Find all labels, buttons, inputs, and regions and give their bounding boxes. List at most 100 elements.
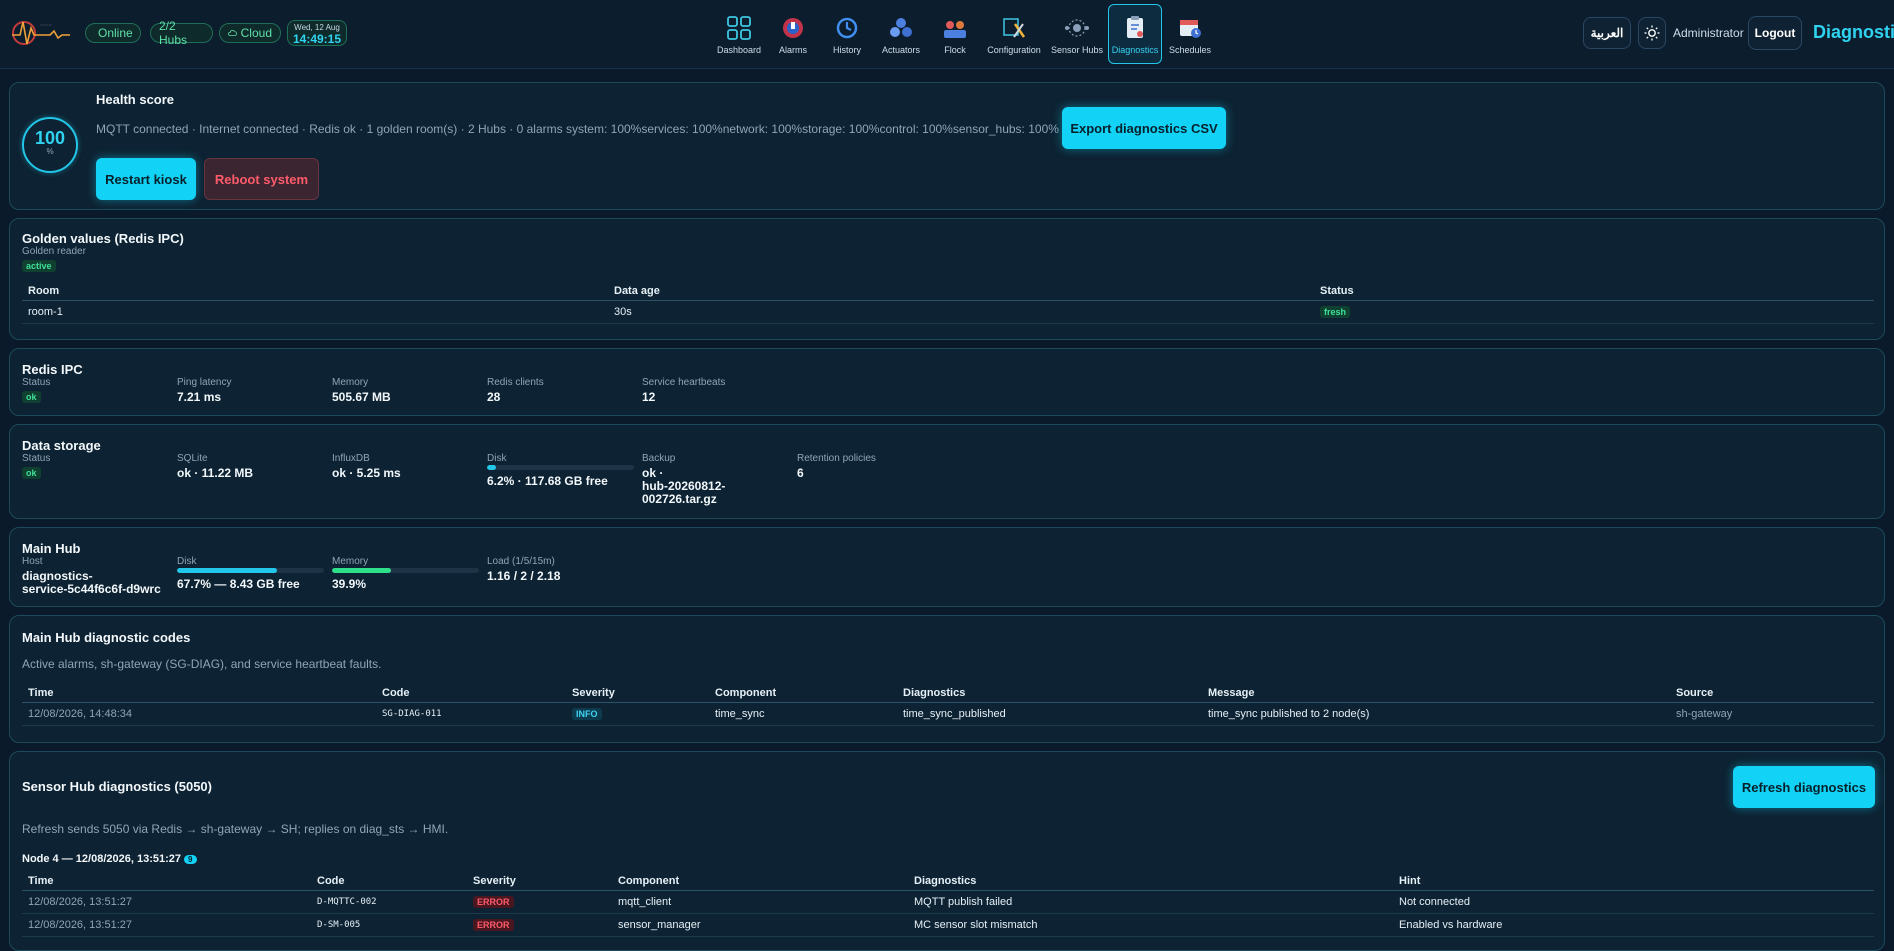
storage-disk-bar [487,465,634,470]
redis-clients-label: Redis clients [487,377,544,388]
golden-values-title: Golden values (Redis IPC) [22,231,184,246]
load-value: 1.16 / 2 / 2.18 [487,569,561,583]
column-code: Code [376,684,566,703]
dashboard-icon [725,15,753,41]
logout-button[interactable]: Logout [1748,16,1802,50]
golden-reader-status-badge: active [22,260,56,272]
cloud-icon [228,30,237,36]
language-button[interactable]: العربية [1583,17,1631,49]
alarm-icon [779,15,807,41]
code-cell: D-MQTTC-002 [311,890,467,914]
redis-ipc-title: Redis IPC [22,362,83,377]
memory-label: Memory [332,377,369,388]
diagnostics-cell: MQTT publish failed [908,890,1393,914]
severity-badge: ERROR [473,896,514,908]
restart-kiosk-button[interactable]: Restart kiosk [96,158,196,200]
nav-history[interactable]: History [820,4,874,64]
diagnostic-codes-table: Time Code Severity Component Diagnostics… [22,684,1874,726]
source-cell: sh-gateway [1670,702,1874,726]
storage-disk-bar-fill [487,465,497,470]
golden-values-table: Room Data age Status room-1 30s fresh [22,282,1874,324]
nav-schedules[interactable]: Schedules [1162,4,1218,64]
table-header-row: Room Data age Status [22,282,1874,301]
date-text: Wed, 12 Aug [294,23,340,32]
hubs-status-badge: 2/2 Hubs [150,19,213,47]
main-hub-title: Main Hub [22,541,81,556]
influxdb-label: InfluxDB [332,453,370,464]
influxdb-value: ok · 5.25 ms [332,466,401,480]
datetime-display: Wed, 12 Aug 14:49:15 [287,20,347,46]
retention-policies-label: Retention policies [797,453,876,464]
reboot-system-button[interactable]: Reboot system [204,158,319,200]
actuators-icon [887,15,915,41]
message-cell: time_sync published to 2 node(s) [1202,702,1670,726]
time-cell: 12/08/2026, 14:48:34 [22,702,376,726]
column-severity: Severity [566,684,709,703]
nav-diagnostics[interactable]: Diagnostics [1108,4,1162,64]
column-room: Room [22,282,608,301]
diagnostic-codes-title: Main Hub diagnostic codes [22,630,191,645]
sensor-hubs-icon [1063,15,1091,41]
data-age-cell: 30s [608,300,1314,324]
column-code: Code [311,872,467,891]
health-score-title: Health score [96,92,175,107]
svg-text:~~~~: ~~~~ [40,23,52,29]
hub-memory-bar [332,568,479,573]
hub-memory-value: 39.9% [332,577,367,591]
nav-flock[interactable]: Flock [928,4,982,64]
column-source: Source [1670,684,1874,703]
component-cell: sensor_manager [612,913,908,937]
backup-line-1: ok · [642,466,664,480]
nav-configuration[interactable]: Configuration [982,4,1046,64]
load-label: Load (1/5/15m) [487,556,555,567]
status-badge: fresh [1320,306,1351,318]
theme-toggle-button[interactable] [1638,17,1666,49]
host-value-line-2: service-5c44f6c6f-d9wrc [22,582,161,596]
table-row: 12/08/2026, 13:51:27 D-SM-005 ERROR sens… [22,913,1874,937]
backup-line-3: 002726.tar.gz [642,492,717,506]
export-csv-button[interactable]: Export diagnostics CSV [1062,107,1226,149]
redis-clients-value: 28 [487,390,501,404]
hub-disk-bar-fill [177,568,277,573]
data-storage-panel: Data storage Status ok SQLite ok · 11.22… [9,424,1885,519]
storage-status-badge: ok [22,467,41,479]
user-name: Administrator [1673,26,1744,40]
online-status-badge: Online [85,23,141,43]
health-summary: MQTT connected · Internet connected · Re… [96,122,1059,136]
nav-alarms[interactable]: Alarms [766,4,820,64]
service-heartbeats-label: Service heartbeats [642,377,726,388]
hub-memory-label: Memory [332,556,369,567]
component-cell: time_sync [709,702,897,726]
column-hint: Hint [1393,872,1874,891]
room-cell: room-1 [22,300,608,324]
golden-values-panel: Golden values (Redis IPC) Golden reader … [9,218,1885,340]
service-heartbeats-value: 12 [642,390,656,404]
flock-icon [941,15,969,41]
golden-reader-label: Golden reader [22,246,86,257]
host-value-line-1: diagnostics- [22,569,93,583]
column-time: Time [22,872,311,891]
ping-latency-value: 7.21 ms [177,390,222,404]
redis-status-badge: ok [22,391,41,403]
column-time: Time [22,684,376,703]
nav-sensor-hubs[interactable]: Sensor Hubs [1046,4,1108,64]
component-cell: mqtt_client [612,890,908,914]
table-header-row: Time Code Severity Component Diagnostics… [22,684,1874,703]
data-storage-title: Data storage [22,438,101,453]
node-diag-count-badge: 9 [184,855,197,864]
nav-actuators[interactable]: Actuators [874,4,928,64]
severity-cell: ERROR [467,890,612,914]
sensor-hub-description: Refresh sends 5050 via Redis → sh-gatewa… [22,822,449,836]
diagnostics-cell: time_sync_published [897,702,1202,726]
health-score-panel: 100 % Health score MQTT connected · Inte… [9,82,1885,210]
column-diagnostics: Diagnostics [908,872,1393,891]
page-title: Diagnostics [1813,22,1894,42]
severity-badge: ERROR [473,919,514,931]
storage-disk-value: 6.2% · 117.68 GB free [487,474,608,488]
nav-dashboard[interactable]: Dashboard [712,4,766,64]
hint-cell: Enabled vs hardware [1393,913,1874,937]
refresh-diagnostics-button[interactable]: Refresh diagnostics [1733,766,1875,808]
sqlite-value: ok · 11.22 MB [177,466,254,480]
status-cell: fresh [1314,300,1874,324]
table-row: 12/08/2026, 13:51:27 D-MQTTC-002 ERROR m… [22,890,1874,914]
